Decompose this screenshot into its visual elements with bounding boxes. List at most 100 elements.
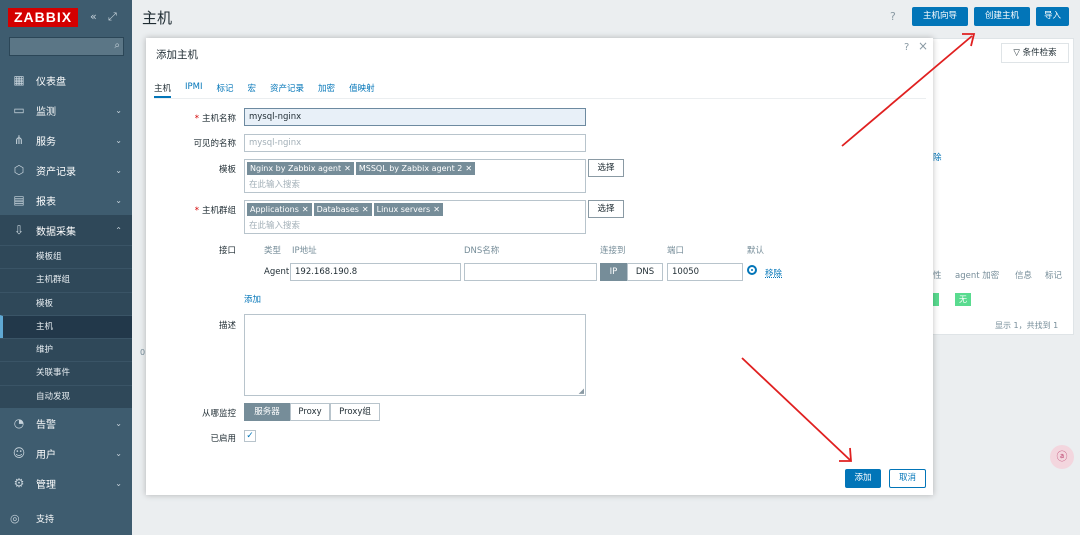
tab-ipmi[interactable]: IPMI bbox=[185, 82, 202, 98]
menu-item-services[interactable]: ⋔ 服务 ⌄ bbox=[0, 125, 132, 155]
monitored-by-label: 从哪监控 bbox=[201, 409, 236, 419]
menu-item-reports[interactable]: ▤ 报表 ⌄ bbox=[0, 185, 132, 215]
import-button[interactable]: 导入 bbox=[1036, 7, 1069, 26]
label-text: 主机名称 bbox=[201, 114, 236, 124]
required-mark: * bbox=[194, 206, 199, 216]
remove-chip-icon[interactable]: ✕ bbox=[465, 164, 472, 173]
host-name-input[interactable]: mysql-nginx bbox=[244, 108, 586, 126]
select-groups-button[interactable]: 选择 bbox=[588, 200, 624, 218]
zabbix-logo[interactable]: ZABBIX bbox=[8, 8, 78, 27]
interface-header-dns: DNS名称 bbox=[464, 246, 500, 256]
floating-assistant-icon[interactable]: ⓐ bbox=[1050, 445, 1074, 469]
groups-search-input[interactable]: 在此输入搜索 bbox=[249, 219, 300, 231]
tab-inventory[interactable]: 资产记录 bbox=[270, 82, 304, 98]
default-interface-radio[interactable] bbox=[747, 265, 757, 275]
chip-label: MSSQL by Zabbix agent 2 bbox=[358, 164, 463, 173]
tab-encryption[interactable]: 加密 bbox=[318, 82, 335, 98]
help-icon[interactable]: ? bbox=[890, 10, 896, 23]
connect-ip-toggle[interactable]: IP bbox=[600, 263, 627, 281]
bg-column-header[interactable]: 信息 bbox=[1015, 269, 1032, 281]
support-label: 支持 bbox=[36, 515, 55, 525]
bg-column-header[interactable]: 性 bbox=[933, 269, 942, 281]
resize-handle-icon[interactable]: ◢ bbox=[579, 387, 584, 395]
gear-icon: ⚙ bbox=[13, 476, 25, 491]
remove-chip-icon[interactable]: ✕ bbox=[433, 205, 440, 214]
connect-dns-toggle[interactable]: DNS bbox=[627, 263, 663, 281]
interface-header-type: 类型 bbox=[264, 246, 282, 256]
tab-tags[interactable]: 标记 bbox=[217, 82, 234, 98]
required-mark: * bbox=[194, 114, 199, 124]
visible-name-input[interactable]: mysql-nginx bbox=[244, 134, 586, 152]
select-templates-button[interactable]: 选择 bbox=[588, 159, 624, 177]
chevron-down-icon: ⌄ bbox=[115, 195, 122, 205]
visible-name-label: 可见的名称 bbox=[193, 139, 236, 149]
interface-ip-input[interactable]: 192.168.190.8 bbox=[290, 263, 461, 281]
monitored-by-proxy-toggle[interactable]: Proxy bbox=[290, 403, 330, 421]
submenu-item-maintenance[interactable]: 维护 bbox=[0, 338, 132, 361]
group-chips: Applications ✕ Databases ✕ Linux servers ✕ bbox=[247, 203, 445, 216]
bg-column-header[interactable]: agent 加密 bbox=[955, 269, 999, 281]
enabled-checkbox[interactable]: ✓ bbox=[244, 430, 256, 442]
add-button[interactable]: 添加 bbox=[845, 469, 881, 488]
menu-label: 数据采集 bbox=[36, 226, 76, 238]
tab-macros[interactable]: 宏 bbox=[248, 82, 257, 98]
submenu-item-event-correlation[interactable]: 关联事件 bbox=[0, 361, 132, 384]
remove-interface-link[interactable]: 移除 bbox=[765, 267, 782, 279]
menu-item-data-collection[interactable]: ⇩ 数据采集 ⌃ bbox=[0, 215, 132, 245]
interface-port-input[interactable]: 10050 bbox=[667, 263, 743, 281]
page-header: 主机 ? 主机向导 创建主机 导入 bbox=[132, 0, 1080, 35]
cancel-button[interactable]: 取消 bbox=[889, 469, 926, 488]
menu-label: 资产记录 bbox=[36, 166, 76, 178]
search-icon[interactable]: ⌕ bbox=[114, 40, 120, 51]
sidebar-search-input[interactable]: ⌕ bbox=[9, 37, 124, 56]
tab-value-mapping[interactable]: 值映射 bbox=[349, 82, 375, 98]
interfaces-label: 接口 bbox=[218, 246, 236, 256]
description-textarea[interactable]: ◢ bbox=[244, 314, 586, 396]
menu-item-alerts[interactable]: ◔ 告警 ⌄ bbox=[0, 408, 132, 438]
templates-multiselect[interactable]: Nginx by Zabbix agent ✕ MSSQL by Zabbix a… bbox=[244, 159, 586, 193]
templates-search-input[interactable]: 在此输入搜索 bbox=[249, 178, 300, 190]
bell-icon: ◔ bbox=[13, 416, 25, 431]
user-icon: ☺ bbox=[12, 446, 26, 461]
add-interface-link[interactable]: 添加 bbox=[244, 293, 261, 305]
menu-item-administration[interactable]: ⚙ 管理 ⌄ bbox=[0, 468, 132, 498]
submenu-item-host-groups[interactable]: 主机群组 bbox=[0, 268, 132, 291]
bg-link-fragment[interactable]: 除 bbox=[933, 151, 942, 163]
submenu-item-discovery[interactable]: 自动发现 bbox=[0, 384, 132, 408]
submenu-item-templates[interactable]: 模板 bbox=[0, 291, 132, 315]
menu-item-monitoring[interactable]: ▭ 监测 ⌄ bbox=[0, 95, 132, 125]
submenu-item-hosts[interactable]: 主机 bbox=[0, 314, 132, 339]
inventory-icon: ⬡ bbox=[13, 163, 25, 177]
submenu-item-template-groups[interactable]: 模板组 bbox=[0, 245, 132, 268]
tab-divider bbox=[154, 98, 926, 99]
kiosk-mode-icon[interactable]: ⤢ bbox=[108, 10, 117, 24]
host-groups-label: * 主机群组 bbox=[195, 204, 236, 216]
dialog-tabs: 主机 IPMI 标记 宏 资产记录 加密 值映射 bbox=[154, 82, 389, 98]
menu-item-users[interactable]: ☺ 用户 ⌄ bbox=[0, 438, 132, 468]
menu-item-inventory[interactable]: ⬡ 资产记录 ⌄ bbox=[0, 155, 132, 185]
create-host-button[interactable]: 创建主机 bbox=[974, 7, 1030, 26]
monitored-by-proxy-group-toggle[interactable]: Proxy组 bbox=[330, 403, 380, 421]
close-icon[interactable]: × bbox=[918, 39, 928, 53]
filter-tab[interactable]: ▽ 条件检索 bbox=[1001, 43, 1069, 63]
remove-chip-icon[interactable]: ✕ bbox=[302, 205, 309, 214]
support-link[interactable]: ◎ 支持 bbox=[10, 512, 54, 525]
filter-icon: ▽ bbox=[1013, 48, 1020, 58]
host-groups-multiselect[interactable]: Applications ✕ Databases ✕ Linux servers ✕ … bbox=[244, 200, 586, 234]
host-wizard-button[interactable]: 主机向导 bbox=[912, 7, 968, 26]
chevron-down-icon: ⌄ bbox=[115, 418, 122, 428]
enabled-label: 已启用 bbox=[210, 434, 236, 444]
chevron-down-icon: ⌄ bbox=[115, 135, 122, 145]
interface-header-ip: IP地址 bbox=[292, 246, 317, 256]
menu-label: 仪表盘 bbox=[36, 76, 66, 88]
tab-host[interactable]: 主机 bbox=[154, 82, 172, 98]
interface-dns-input[interactable] bbox=[464, 263, 597, 281]
remove-chip-icon[interactable]: ✕ bbox=[362, 205, 369, 214]
help-icon[interactable]: ? bbox=[904, 42, 909, 53]
bg-column-header[interactable]: 标记 bbox=[1045, 269, 1062, 281]
remove-chip-icon[interactable]: ✕ bbox=[344, 164, 351, 173]
monitored-by-server-toggle[interactable]: 服务器 bbox=[244, 403, 290, 421]
menu-item-dashboard[interactable]: ▦ 仪表盘 bbox=[0, 65, 132, 95]
chevron-down-icon: ⌄ bbox=[115, 105, 122, 115]
collapse-sidebar-icon[interactable]: « bbox=[90, 10, 97, 23]
